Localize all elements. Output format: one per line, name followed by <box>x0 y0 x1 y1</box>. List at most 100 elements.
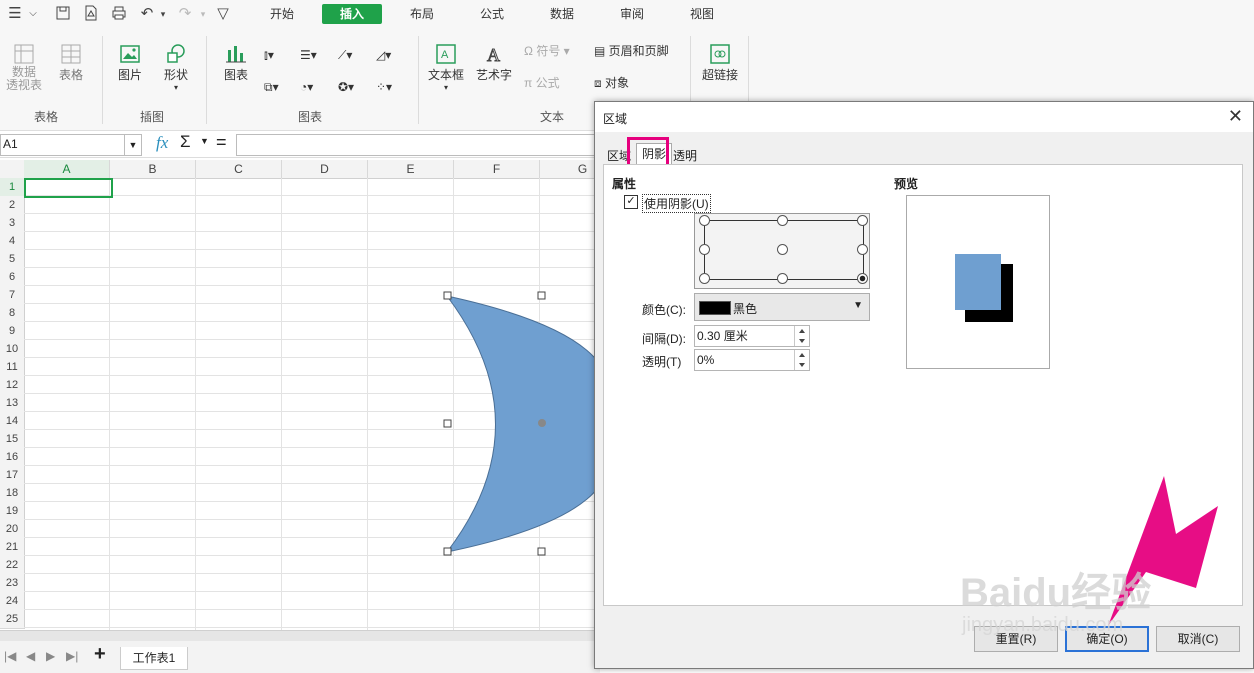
position-radio[interactable] <box>857 215 868 226</box>
undo-dropdown-icon[interactable]: ▾ <box>154 5 172 23</box>
radar-chart-icon[interactable]: ✪▾ <box>338 76 354 98</box>
column-header[interactable]: G <box>540 160 600 179</box>
horizontal-scrollbar[interactable] <box>0 631 600 641</box>
save-icon[interactable] <box>54 5 72 23</box>
line-chart-icon[interactable]: ⟋▾ <box>338 44 352 66</box>
tab-review[interactable]: 审阅 <box>612 4 652 24</box>
row-header[interactable]: 23 <box>0 574 25 593</box>
position-radio[interactable] <box>777 244 788 255</box>
row-header[interactable]: 6 <box>0 268 25 287</box>
row-header[interactable]: 16 <box>0 448 25 467</box>
use-shadow-checkbox[interactable]: ✓ <box>624 195 638 209</box>
tab-insert[interactable]: 插入 <box>322 4 382 24</box>
pdf-icon[interactable] <box>82 5 100 23</box>
column-header[interactable]: C <box>196 160 282 179</box>
tab-home[interactable]: 开始 <box>262 4 302 24</box>
bar-chart-horizontal-icon[interactable]: ☰▾ <box>300 44 317 66</box>
resize-handle[interactable] <box>443 419 452 428</box>
pivot-table-button[interactable]: 数据 透视表 <box>6 42 42 92</box>
transparency-spinner[interactable]: 0% <box>694 349 810 371</box>
name-box[interactable]: A1 ▼ <box>0 134 142 156</box>
position-radio[interactable] <box>699 273 710 284</box>
resize-handle[interactable] <box>443 547 452 556</box>
customize-icon[interactable]: ▽ <box>214 5 232 23</box>
resize-handle[interactable] <box>537 547 546 556</box>
pie-chart-icon[interactable]: ◔▾ <box>300 76 313 98</box>
other-chart-icon[interactable]: ⧉▾ <box>264 76 279 98</box>
formula-input[interactable] <box>236 134 598 156</box>
chevron-down-icon[interactable]: ⌵ <box>24 5 42 23</box>
column-chart-icon[interactable]: ⫾▾ <box>264 44 274 66</box>
prev-sheet-icon[interactable]: ◀ <box>26 649 35 663</box>
chevron-down-icon[interactable]: ▼ <box>124 135 141 155</box>
chart-button[interactable]: 图表 <box>220 42 252 83</box>
shape-button[interactable]: 形状 ▾ <box>160 42 192 92</box>
distance-spinner[interactable]: 0.30 厘米 <box>694 325 810 347</box>
row-header[interactable]: 3 <box>0 214 25 233</box>
row-header[interactable]: 19 <box>0 502 25 521</box>
position-radio[interactable] <box>699 215 710 226</box>
tab-data[interactable]: 数据 <box>542 4 582 24</box>
column-header[interactable]: B <box>110 160 196 179</box>
row-header[interactable]: 24 <box>0 592 25 611</box>
position-radio[interactable] <box>777 273 788 284</box>
row-header[interactable]: 13 <box>0 394 25 413</box>
tab-view[interactable]: 视图 <box>682 4 722 24</box>
wordart-button[interactable]: A 艺术字 <box>474 42 514 83</box>
row-header[interactable]: 17 <box>0 466 25 485</box>
row-header[interactable]: 10 <box>0 340 25 359</box>
spin-arrows-icon[interactable] <box>794 350 809 370</box>
hamburger-icon[interactable]: ☰ <box>6 5 24 23</box>
column-header[interactable]: D <box>282 160 368 179</box>
spin-arrows-icon[interactable] <box>794 326 809 346</box>
row-header[interactable]: 1 <box>0 178 25 197</box>
sum-icon[interactable]: Σ <box>180 132 191 152</box>
row-header[interactable]: 5 <box>0 250 25 269</box>
adjust-handle[interactable] <box>538 419 546 427</box>
header-footer-button[interactable]: ▤ 页眉和页脚 <box>594 40 669 62</box>
position-radio[interactable] <box>777 215 788 226</box>
next-sheet-icon[interactable]: ▶ <box>46 649 55 663</box>
color-select[interactable]: 黑色 ▼ <box>694 293 870 321</box>
object-button[interactable]: ⧈ 对象 <box>594 72 629 94</box>
textbox-button[interactable]: A 文本框 ▾ <box>426 42 466 92</box>
row-header[interactable]: 2 <box>0 196 25 215</box>
hyperlink-button[interactable]: 超链接 <box>700 42 740 83</box>
tab-transparency[interactable]: 透明 <box>673 147 697 164</box>
equals-icon[interactable]: = <box>216 132 227 153</box>
position-radio-selected[interactable] <box>857 273 868 284</box>
picture-button[interactable]: 图片 <box>114 42 146 83</box>
sheet-tab-active[interactable]: 工作表1 <box>120 647 188 670</box>
first-sheet-icon[interactable]: |◀ <box>4 649 16 663</box>
selected-cell[interactable] <box>24 178 113 198</box>
tab-layout[interactable]: 布局 <box>402 4 442 24</box>
last-sheet-icon[interactable]: ▶| <box>66 649 78 663</box>
resize-handle[interactable] <box>443 291 452 300</box>
scatter-chart-icon[interactable]: ⁘▾ <box>376 76 392 98</box>
row-header[interactable]: 12 <box>0 376 25 395</box>
moon-shape[interactable] <box>440 290 600 560</box>
function-wizard-icon[interactable]: fx <box>156 133 168 153</box>
close-icon[interactable]: ✕ <box>1228 106 1243 127</box>
row-header[interactable]: 11 <box>0 358 25 377</box>
resize-handle[interactable] <box>537 291 546 300</box>
position-radio[interactable] <box>699 244 710 255</box>
row-header[interactable]: 21 <box>0 538 25 557</box>
area-chart-icon[interactable]: ◿▾ <box>376 44 391 66</box>
row-header[interactable]: 14 <box>0 412 25 431</box>
column-header[interactable]: E <box>368 160 454 179</box>
print-icon[interactable] <box>110 5 128 23</box>
row-header[interactable]: 18 <box>0 484 25 503</box>
select-all-corner[interactable] <box>0 160 25 179</box>
row-header[interactable]: 25 <box>0 610 25 629</box>
row-header[interactable]: 8 <box>0 304 25 323</box>
table-button[interactable]: 表格 <box>56 42 86 83</box>
column-header[interactable]: F <box>454 160 540 179</box>
shadow-position-picker[interactable] <box>694 213 870 289</box>
chevron-down-icon[interactable]: ▼ <box>200 136 209 146</box>
position-radio[interactable] <box>857 244 868 255</box>
row-header[interactable]: 4 <box>0 232 25 251</box>
row-header[interactable]: 7 <box>0 286 25 305</box>
tab-formula[interactable]: 公式 <box>472 4 512 24</box>
row-header[interactable]: 20 <box>0 520 25 539</box>
